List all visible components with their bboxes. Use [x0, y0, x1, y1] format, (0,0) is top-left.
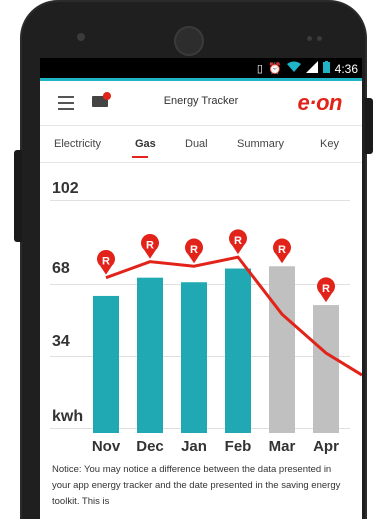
- speaker-grille: [174, 26, 204, 56]
- reading-marker-label: R: [190, 244, 198, 256]
- reading-marker-label: R: [278, 244, 286, 256]
- notice-text: Notice: You may notice a difference betw…: [52, 464, 341, 507]
- power-button: [365, 98, 373, 154]
- x-tick-label: Nov: [91, 438, 121, 455]
- bar-apr[interactable]: [313, 305, 339, 433]
- front-camera: [77, 33, 85, 41]
- x-tick-label: Feb: [224, 438, 252, 455]
- sensor: [307, 36, 312, 41]
- reading-marker-label: R: [322, 283, 330, 295]
- reading-marker-label: R: [146, 240, 154, 252]
- bar-feb[interactable]: [225, 268, 251, 433]
- bar-dec[interactable]: [137, 277, 163, 433]
- x-tick-label: Apr: [313, 438, 339, 455]
- reading-marker-mar[interactable]: R: [273, 238, 291, 264]
- sensor: [317, 36, 322, 41]
- x-tick-label: Jan: [181, 438, 207, 455]
- bar-nov[interactable]: [93, 295, 119, 433]
- volume-button: [14, 150, 22, 242]
- x-tick-label: Mar: [268, 438, 296, 455]
- bar-mar[interactable]: [269, 266, 295, 433]
- reading-marker-dec[interactable]: R: [141, 233, 159, 259]
- reading-marker-apr[interactable]: R: [317, 277, 335, 303]
- x-tick-label: Dec: [136, 438, 164, 455]
- reading-marker-nov[interactable]: R: [97, 249, 115, 275]
- reading-marker-label: R: [234, 235, 242, 247]
- app-screen: ▯ ⏰ 4:36 Energy Tracker e·on Electricity…: [40, 58, 362, 519]
- bar-jan[interactable]: [181, 282, 207, 433]
- reading-marker-label: R: [102, 256, 110, 268]
- reading-marker-jan[interactable]: R: [185, 238, 203, 264]
- reading-marker-feb[interactable]: R: [229, 229, 248, 255]
